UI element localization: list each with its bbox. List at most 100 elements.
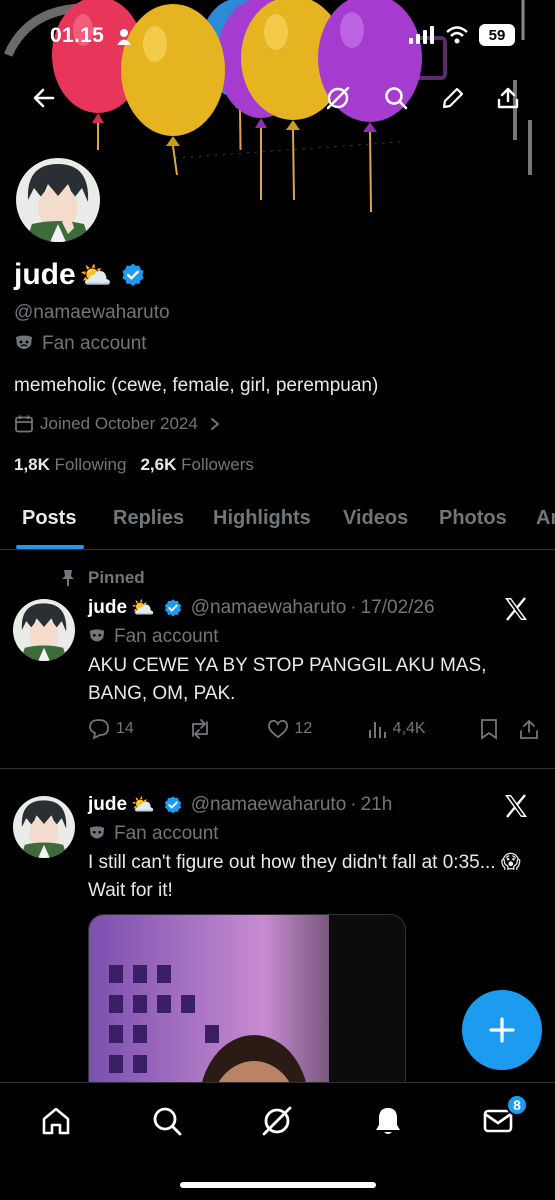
reply-button[interactable]: 14 — [88, 718, 134, 740]
battery-indicator: 59 — [479, 24, 515, 46]
nav-notifications[interactable] — [366, 1099, 410, 1143]
post-separator: · — [350, 597, 357, 618]
post-avatar[interactable] — [13, 796, 75, 858]
heart-icon — [267, 719, 288, 739]
chevron-right-icon — [210, 418, 220, 430]
profile-handle: @namaewaharuto — [14, 302, 170, 323]
search-icon — [153, 1107, 182, 1136]
post-author-name[interactable]: jude — [88, 794, 127, 816]
post-author-name[interactable]: jude — [88, 597, 127, 619]
following-label: Following — [54, 455, 127, 474]
pin-icon — [62, 570, 74, 586]
followers-count: 2,6K — [140, 455, 177, 474]
post-category: Fan account — [88, 626, 219, 648]
arrow-left-icon — [33, 88, 55, 108]
nav-home[interactable] — [34, 1099, 78, 1143]
edit-button[interactable] — [435, 80, 471, 116]
search-icon — [385, 87, 408, 110]
following-count: 1,8K — [14, 455, 50, 474]
wifi-icon — [446, 26, 468, 44]
post-secondary-actions — [480, 718, 540, 740]
post-timestamp: 21h — [360, 794, 393, 815]
analytics-icon — [368, 722, 386, 738]
back-button[interactable] — [26, 80, 62, 116]
like-count: 12 — [294, 720, 313, 737]
joined-label: Joined October 2024 — [40, 414, 198, 433]
tab-highlights[interactable]: Highlights — [213, 507, 311, 530]
person-icon — [117, 29, 131, 45]
avatar-illustration — [13, 796, 75, 858]
calendar-icon — [15, 415, 33, 433]
home-icon — [42, 1107, 70, 1135]
bell-icon — [376, 1108, 400, 1134]
share-icon[interactable] — [518, 718, 540, 740]
theater-masks-icon — [89, 629, 105, 642]
pinned-label: Pinned — [88, 568, 145, 587]
post-handle: @namaewaharuto — [190, 597, 347, 618]
theater-masks-icon — [16, 335, 32, 349]
post-timestamp: 17/02/26 — [360, 597, 435, 618]
profile-bio: memeholic (cewe, female, girl, perempuan… — [14, 375, 379, 396]
verified-badge-icon[interactable] — [120, 262, 146, 288]
tab-replies[interactable]: Replies — [113, 507, 184, 530]
post-header: jude ⛅ @namaewaharuto · 17/02/26 — [88, 596, 435, 620]
theater-masks-icon — [89, 826, 105, 839]
post-handle: @namaewaharuto — [190, 794, 347, 815]
status-icons: 59 — [409, 24, 515, 46]
like-button[interactable]: 12 — [267, 719, 313, 739]
share-button[interactable] — [490, 80, 526, 116]
profile-tabs: Posts Replies Highlights Videos Photos A… — [0, 495, 555, 550]
pinned-indicator: Pinned — [60, 568, 145, 588]
followers-label: Followers — [181, 455, 254, 474]
compose-post-button[interactable] — [462, 990, 542, 1070]
pencil-icon — [442, 87, 464, 109]
followers-link[interactable]: 2,6K Followers — [140, 455, 253, 475]
tab-posts[interactable]: Posts — [22, 507, 76, 530]
tab-videos[interactable]: Videos — [343, 507, 408, 530]
balloon-yellow-left — [121, 4, 225, 175]
post-category-label: Fan account — [114, 626, 219, 647]
share-icon — [497, 87, 519, 109]
author-emoji: ⛅ — [131, 795, 155, 816]
post-text: I still can't figure out how they didn't… — [88, 852, 521, 901]
active-tab-indicator — [16, 545, 84, 549]
bookmark-icon[interactable] — [480, 718, 498, 740]
grok-icon — [262, 1106, 292, 1136]
post-category-label: Fan account — [114, 823, 219, 844]
profile-display-name: jude ⛅ — [14, 258, 146, 292]
follow-stats: 1,8K Following 2,6K Followers — [14, 455, 254, 475]
verified-badge-icon — [164, 796, 181, 814]
post-actions: 14 12 4,4K — [88, 718, 540, 740]
views-button[interactable]: 4,4K — [367, 719, 426, 739]
author-emoji: ⛅ — [131, 598, 155, 619]
cloud-sun-emoji: ⛅ — [79, 259, 113, 290]
home-indicator — [180, 1182, 376, 1188]
x-logo-icon[interactable] — [503, 794, 529, 818]
post-separator: · — [350, 794, 357, 815]
view-count: 4,4K — [392, 720, 426, 737]
repost-button[interactable] — [188, 718, 212, 740]
nav-search[interactable] — [145, 1099, 189, 1143]
reply-count: 14 — [116, 720, 134, 737]
search-button[interactable] — [378, 80, 414, 116]
following-link[interactable]: 1,8K Following — [14, 455, 126, 475]
profile-avatar[interactable] — [12, 154, 104, 246]
grok-button[interactable] — [320, 80, 356, 116]
verified-badge-icon — [164, 599, 181, 617]
plus-icon — [489, 1017, 515, 1043]
display-name-text: jude — [14, 258, 76, 291]
avatar-illustration — [16, 158, 100, 242]
cellular-signal-icon — [409, 26, 434, 44]
status-time: 01.15 — [50, 24, 105, 47]
post-avatar[interactable] — [13, 599, 75, 661]
avatar-illustration — [13, 599, 75, 661]
post-text: AKU CEWE YA BY STOP PANGGIL AKU MAS, BAN… — [88, 655, 487, 704]
profile-joined[interactable]: Joined October 2024 — [14, 414, 222, 434]
post-header: jude ⛅ @namaewaharuto · 21h — [88, 793, 392, 817]
x-logo-icon[interactable] — [503, 597, 529, 621]
nav-grok[interactable] — [255, 1099, 299, 1143]
tab-photos[interactable]: Photos — [439, 507, 507, 530]
tab-articles[interactable]: Ar — [536, 507, 555, 530]
profile-category[interactable]: Fan account — [14, 333, 147, 355]
post-category: Fan account — [88, 823, 219, 845]
